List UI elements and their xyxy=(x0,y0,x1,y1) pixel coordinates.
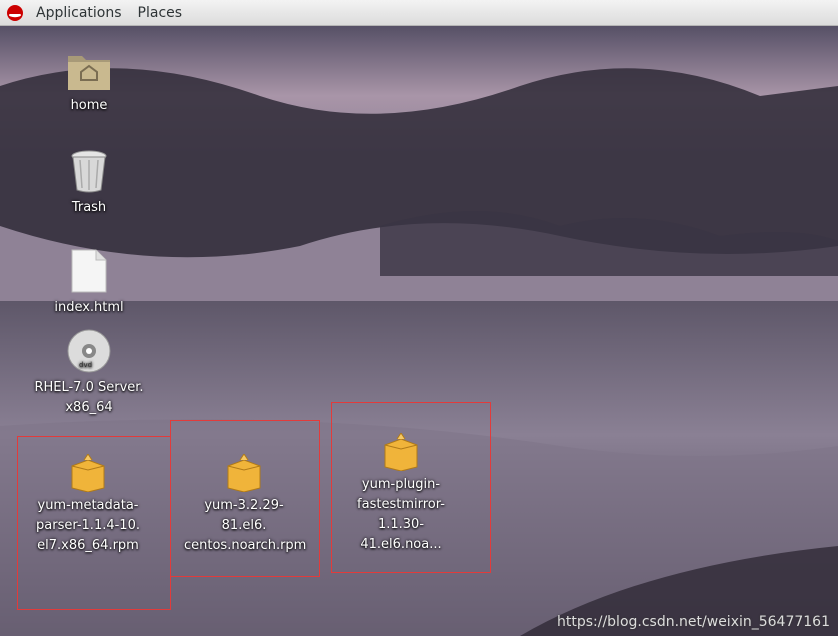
desktop-icon-home[interactable]: home xyxy=(29,50,149,116)
desktop-icon-yum-rpm[interactable]: yum-3.2.29-81.el6. centos.noarch.rpm xyxy=(184,454,307,556)
top-panel: Applications Places xyxy=(0,0,838,26)
rpm1-label-line2: parser-1.1.4-10. xyxy=(36,518,140,533)
desktop-icon-rhel-dvd[interactable]: dvd RHEL-7.0 Server. x86_64 xyxy=(29,328,149,418)
rpm1-label-line3: el7.x86_64.rpm xyxy=(37,538,139,553)
svg-text:dvd: dvd xyxy=(79,361,92,369)
dvd-icon: dvd xyxy=(67,329,111,373)
trash-icon xyxy=(71,150,107,193)
rpm3-label-line2: fastestmirror- xyxy=(357,497,445,512)
watermark-text: https://blog.csdn.net/weixin_56477161 xyxy=(556,614,830,630)
desktop-icon-yum-metadata-parser[interactable]: yum-metadata- parser-1.1.4-10. el7.x86_6… xyxy=(28,454,148,556)
desktop-icon-index-html[interactable]: index.html xyxy=(29,248,149,318)
rpm3-label-line3: 1.1.30-41.el6.noa... xyxy=(360,517,442,552)
applications-menu[interactable]: Applications xyxy=(28,0,130,26)
package-icon xyxy=(71,454,105,492)
package-icon xyxy=(384,433,418,471)
rpm2-label-line2: centos.noarch.rpm xyxy=(184,538,307,553)
rpm2-label-line1: yum-3.2.29-81.el6. xyxy=(204,498,284,533)
document-icon xyxy=(71,249,107,293)
rpm1-label-line1: yum-metadata- xyxy=(37,498,139,513)
desktop[interactable]: home Trash index.html dvd RHEL-7.0 Serve… xyxy=(0,26,838,636)
index-html-label: index.html xyxy=(54,300,124,315)
places-menu[interactable]: Places xyxy=(130,0,191,26)
package-icon xyxy=(227,454,261,492)
trash-label: Trash xyxy=(71,200,107,215)
rhel-dvd-label-line1: RHEL-7.0 Server. xyxy=(34,380,144,395)
redhat-logo-icon[interactable] xyxy=(6,4,24,22)
desktop-icon-trash[interactable]: Trash xyxy=(29,148,149,218)
desktop-icon-yum-plugin-fastestmirror[interactable]: yum-plugin- fastestmirror- 1.1.30-41.el6… xyxy=(341,433,461,555)
rhel-dvd-label-line2: x86_64 xyxy=(65,400,113,415)
folder-home-icon xyxy=(68,56,110,90)
home-label: home xyxy=(70,98,108,113)
rpm3-label-line1: yum-plugin- xyxy=(361,477,441,492)
